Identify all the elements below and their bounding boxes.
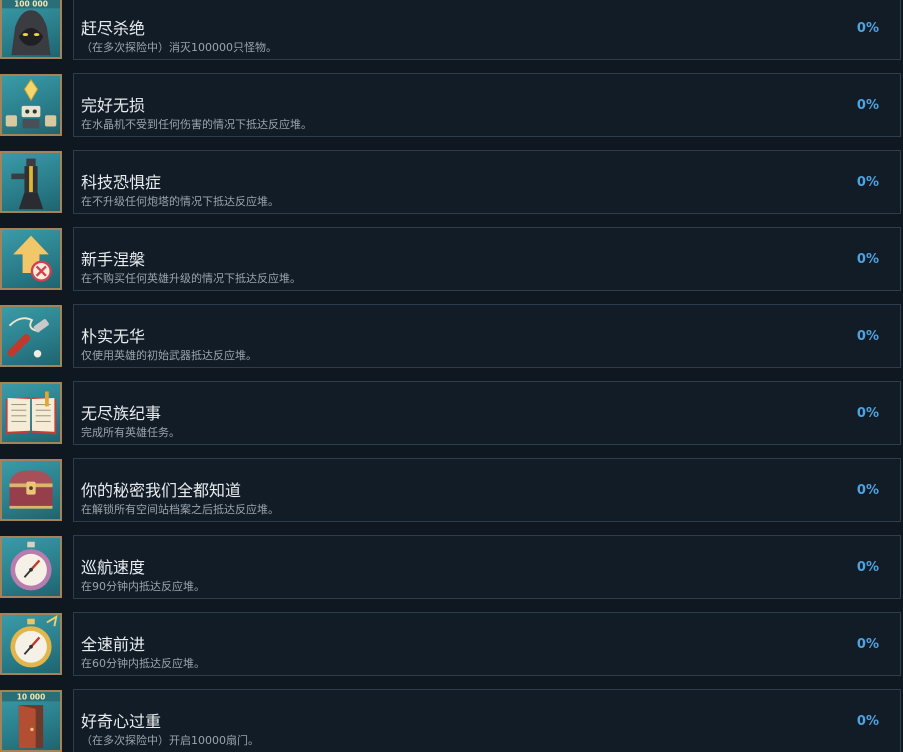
achievement-row[interactable]: 科技恐惧症 在不升级任何炮塔的情况下抵达反应堆。 0%: [0, 150, 903, 216]
achievement-description: 在解锁所有空间站档案之后抵达反应堆。: [81, 503, 279, 516]
achievement-row[interactable]: 10 000 好奇心过重 （在多次探险中）开启10000扇门。 0%: [0, 689, 903, 752]
achievement-title: 巡航速度: [81, 558, 146, 577]
achievement-row[interactable]: 你的秘密我们全都知道 在解锁所有空间站档案之后抵达反应堆。 0%: [0, 458, 903, 524]
achievement-title: 赶尽杀绝: [81, 19, 146, 38]
achievement-row[interactable]: 全速前进 在60分钟内抵达反应堆。 0%: [0, 612, 903, 678]
achievement-row[interactable]: 无尽族纪事 完成所有英雄任务。 0%: [0, 381, 903, 447]
achievement-progress: 0%: [856, 329, 879, 344]
turret-icon: [0, 151, 62, 213]
no-upgrade-arrow-icon: [0, 228, 62, 290]
achievement-title: 无尽族纪事: [81, 404, 162, 423]
achievement-description: 在不购买任何英雄升级的情况下抵达反应堆。: [81, 272, 301, 285]
open-book-icon: [0, 382, 62, 444]
achievement-description: （在多次探险中）消灭100000只怪物。: [81, 41, 277, 54]
achievement-description: 在水晶机不受到任何伤害的情况下抵达反应堆。: [81, 118, 312, 131]
achievement-row[interactable]: 完好无损 在水晶机不受到任何伤害的情况下抵达反应堆。 0%: [0, 73, 903, 139]
achievement-card: 赶尽杀绝 （在多次探险中）消灭100000只怪物。 0%: [73, 0, 901, 60]
achievement-progress: 0%: [856, 714, 879, 729]
achievement-card: 科技恐惧症 在不升级任何炮塔的情况下抵达反应堆。 0%: [73, 150, 901, 214]
achievement-card: 你的秘密我们全都知道 在解锁所有空间站档案之后抵达反应堆。 0%: [73, 458, 901, 522]
stopwatch-icon: [0, 536, 62, 598]
hooded-figure-icon: 100 000: [0, 0, 62, 59]
achievement-progress: 0%: [856, 406, 879, 421]
treasure-chest-icon: [0, 459, 62, 521]
achievement-description: 在60分钟内抵达反应堆。: [81, 657, 205, 670]
achievement-card: 无尽族纪事 完成所有英雄任务。 0%: [73, 381, 901, 445]
achievement-title: 新手涅槃: [81, 250, 146, 269]
achievement-title: 朴实无华: [81, 327, 146, 346]
achievement-progress: 0%: [856, 98, 879, 113]
achievement-row[interactable]: 新手涅槃 在不购买任何英雄升级的情况下抵达反应堆。 0%: [0, 227, 903, 293]
gold-stopwatch-icon: [0, 613, 62, 675]
achievement-row[interactable]: 100 000 赶尽杀绝 （在多次探险中）消灭100000只怪物。 0%: [0, 0, 903, 62]
achievement-title: 科技恐惧症: [81, 173, 162, 192]
achievement-progress: 0%: [856, 637, 879, 652]
achievement-title: 你的秘密我们全都知道: [81, 481, 242, 500]
achievement-card: 巡航速度 在90分钟内抵达反应堆。 0%: [73, 535, 901, 599]
achievement-progress: 0%: [856, 252, 879, 267]
achievement-progress: 0%: [856, 175, 879, 190]
achievement-card: 好奇心过重 （在多次探险中）开启10000扇门。 0%: [73, 689, 901, 752]
achievement-title: 好奇心过重: [81, 712, 162, 731]
door-icon: 10 000: [0, 690, 62, 752]
achievement-title: 完好无损: [81, 96, 146, 115]
achievement-description: 在不升级任何炮塔的情况下抵达反应堆。: [81, 195, 279, 208]
wrench-weapon-icon: [0, 305, 62, 367]
achievement-card: 新手涅槃 在不购买任何英雄升级的情况下抵达反应堆。 0%: [73, 227, 901, 291]
achievement-card: 完好无损 在水晶机不受到任何伤害的情况下抵达反应堆。 0%: [73, 73, 901, 137]
achievement-description: 在90分钟内抵达反应堆。: [81, 580, 205, 593]
achievement-row[interactable]: 朴实无华 仅使用英雄的初始武器抵达反应堆。 0%: [0, 304, 903, 370]
svg-text:10 000: 10 000: [17, 692, 46, 701]
achievement-description: 仅使用英雄的初始武器抵达反应堆。: [81, 349, 257, 362]
achievement-progress: 0%: [856, 483, 879, 498]
achievement-list: 100 000 赶尽杀绝 （在多次探险中）消灭100000只怪物。 0% 完好无…: [0, 0, 903, 752]
achievement-card: 全速前进 在60分钟内抵达反应堆。 0%: [73, 612, 901, 676]
svg-text:100 000: 100 000: [14, 0, 48, 8]
achievement-description: （在多次探险中）开启10000扇门。: [81, 734, 259, 747]
achievement-progress: 0%: [856, 21, 879, 36]
crystal-robot-icon: [0, 74, 62, 136]
achievement-description: 完成所有英雄任务。: [81, 426, 180, 439]
achievement-row[interactable]: 巡航速度 在90分钟内抵达反应堆。 0%: [0, 535, 903, 601]
achievement-title: 全速前进: [81, 635, 146, 654]
achievement-progress: 0%: [856, 560, 879, 575]
achievement-card: 朴实无华 仅使用英雄的初始武器抵达反应堆。 0%: [73, 304, 901, 368]
